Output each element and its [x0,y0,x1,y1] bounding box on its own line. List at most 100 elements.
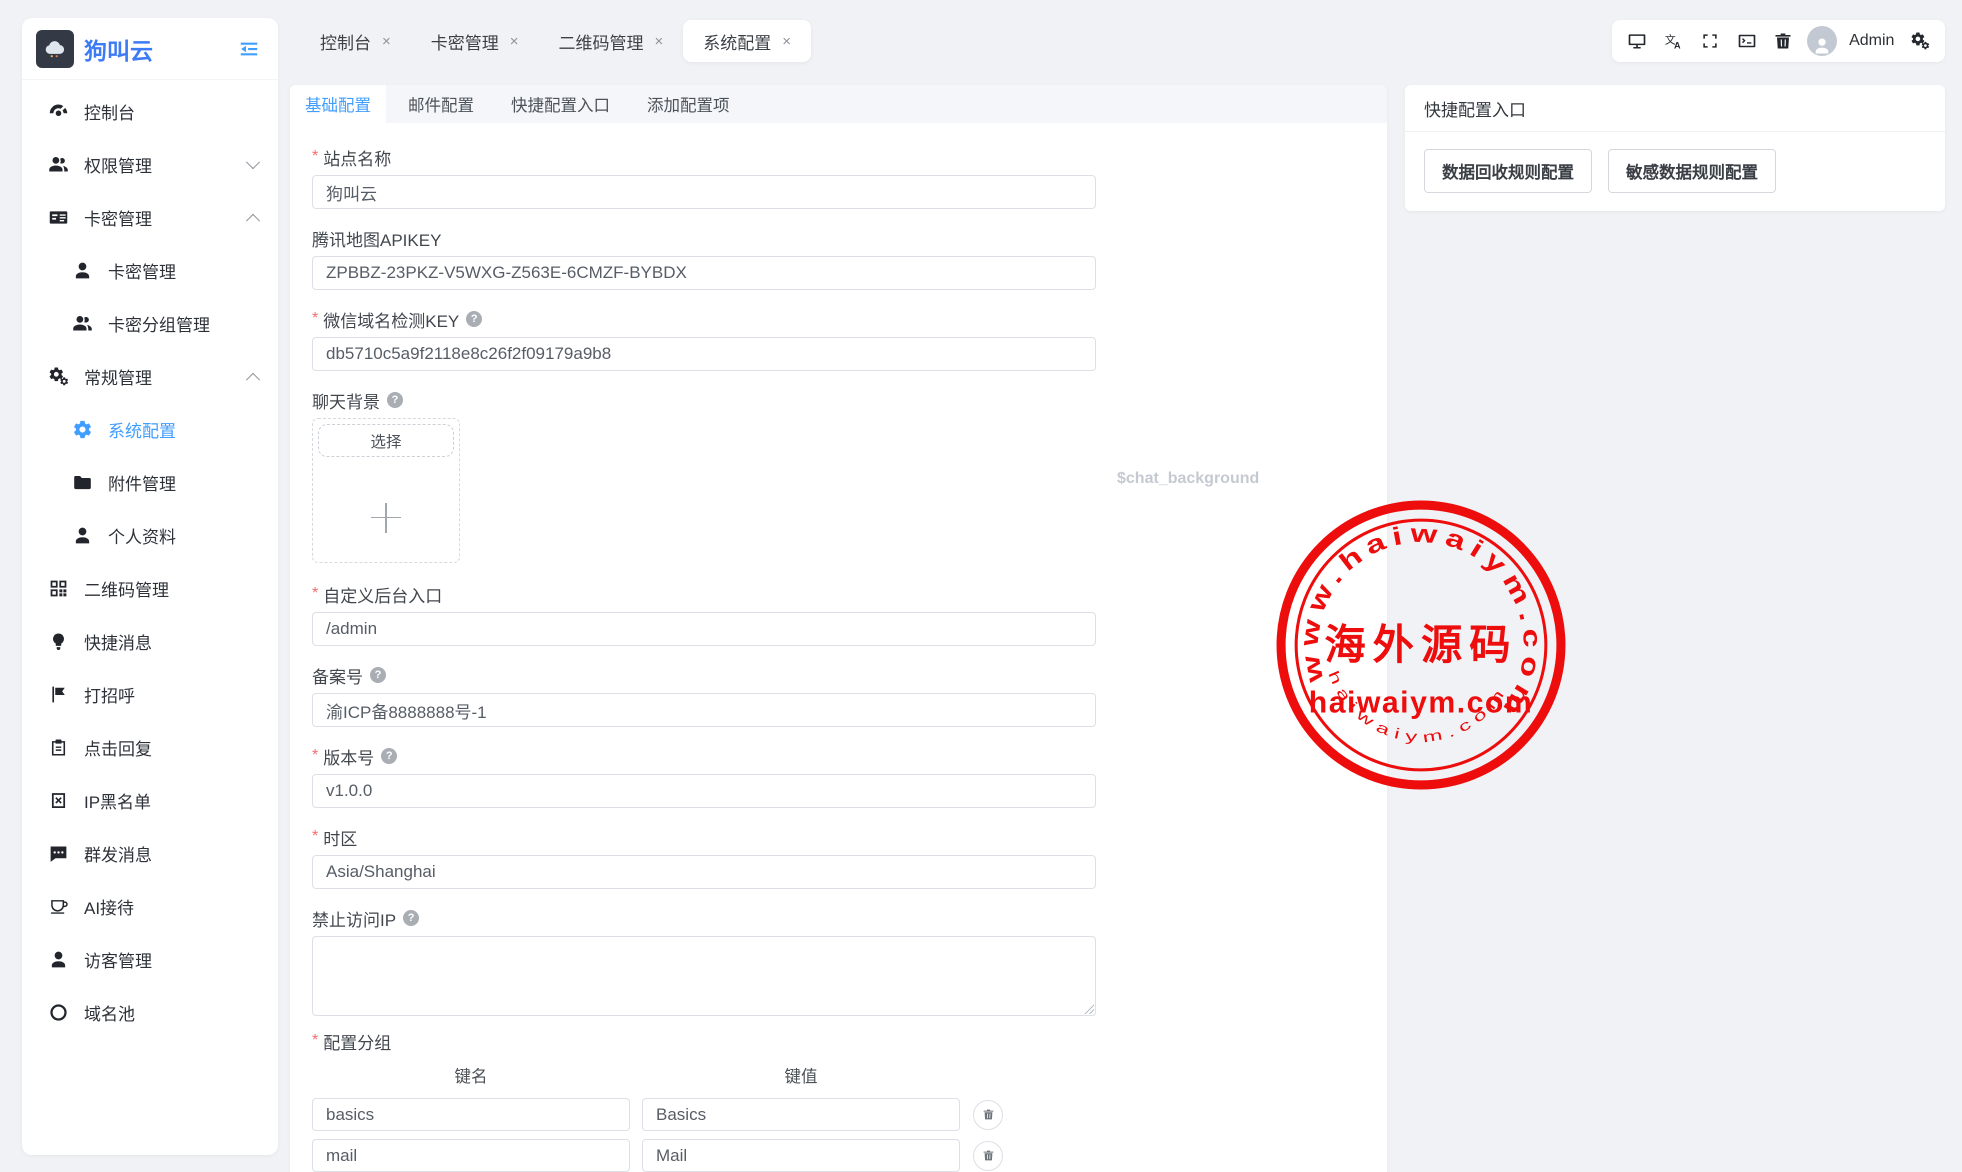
tab-label: 控制台 [320,29,371,54]
sidebar-item-card-sub[interactable]: 卡密管理 [22,244,278,297]
sensitive-data-rules-button[interactable]: 敏感数据规则配置 [1608,149,1776,193]
sidebar-item-ai-reception[interactable]: AI接待 [22,880,278,933]
chevron-down-icon [246,155,260,169]
trash-icon [982,1108,995,1121]
tab-card-mgmt[interactable]: 卡密管理× [411,20,539,62]
sidebar-item-domain-pool[interactable]: 域名池 [22,986,278,1039]
tab-basic-config[interactable]: 基础配置 [290,85,386,123]
tab-mail-config[interactable]: 邮件配置 [393,85,489,123]
sidebar-item-click-reply[interactable]: 点击回复 [22,721,278,774]
delete-row-button[interactable] [973,1100,1003,1130]
sidebar-item-qrcode[interactable]: 二维码管理 [22,562,278,615]
delete-row-button[interactable] [973,1141,1003,1171]
sidebar-item-broadcast[interactable]: 群发消息 [22,827,278,880]
terminal-icon[interactable] [1734,28,1760,54]
sidebar-item-dashboard[interactable]: 控制台 [22,85,278,138]
avatar[interactable] [1807,26,1837,56]
help-icon[interactable]: ? [370,667,386,683]
close-icon[interactable]: × [510,33,519,50]
group-value-input[interactable] [642,1098,960,1131]
person-icon [72,260,93,281]
help-icon[interactable]: ? [387,392,403,408]
tab-dashboard[interactable]: 控制台 × [300,20,411,62]
users-icon [72,313,93,334]
bulb-icon [48,631,69,652]
sidebar-item-attachments[interactable]: 附件管理 [22,456,278,509]
sidebar-item-label: 卡密管理 [84,205,152,230]
sidebar-item-ip-blacklist[interactable]: IP黑名单 [22,774,278,827]
help-icon[interactable]: ? [381,748,397,764]
translate-icon[interactable]: 文A [1661,28,1687,54]
tab-system-config[interactable]: 系统配置 × [683,20,811,62]
field-label: 禁止访问IP? [312,908,1365,928]
tab-quick-config-entry[interactable]: 快捷配置入口 [496,85,625,123]
tab-add-config-item[interactable]: 添加配置项 [632,85,745,123]
sidebar-item-label: 系统配置 [108,417,176,442]
admin-entry-input[interactable] [312,612,1096,646]
trash-icon[interactable] [1770,28,1796,54]
field-label: 腾讯地图APIKEY [312,228,1365,248]
blocked-ip-field [312,936,1096,1016]
help-icon[interactable]: ? [403,910,419,926]
sidebar-item-label: 访客管理 [84,947,152,972]
sidebar-item-visitors[interactable]: 访客管理 [22,933,278,986]
sidebar-item-label: 个人资料 [108,523,176,548]
tencent-map-apikey-input[interactable] [312,256,1096,290]
sidebar-item-quick-messages[interactable]: 快捷消息 [22,615,278,668]
sidebar-item-system-config[interactable]: 系统配置 [22,403,278,456]
config-group-row [312,1139,1365,1172]
wechat-domain-key-input[interactable] [312,337,1096,371]
cup-icon [48,896,69,917]
sidebar-item-card-groups[interactable]: 卡密分组管理 [22,297,278,350]
svg-text:A: A [1674,41,1681,51]
close-icon[interactable]: × [382,33,391,50]
settings-gears-icon[interactable] [1907,28,1933,54]
help-icon[interactable]: ? [466,311,482,327]
tab-label: 系统配置 [703,29,771,54]
group-value-input[interactable] [642,1139,960,1172]
sidebar-item-general-mgmt[interactable]: 常规管理 [22,350,278,403]
data-recycle-rules-button[interactable]: 数据回收规则配置 [1424,149,1592,193]
upload-select-button[interactable]: 选择 [318,424,454,457]
collapse-icon [238,38,260,60]
quick-config-panel: 快捷配置入口 数据回收规则配置 敏感数据规则配置 [1405,85,1945,211]
sidebar-item-label: 点击回复 [84,735,152,760]
sidebar-item-card-mgmt[interactable]: 卡密管理 [22,191,278,244]
key-column-header: 键名 [312,1063,630,1087]
tab-qrcode-mgmt[interactable]: 二维码管理 × [539,20,684,62]
chevron-up-icon [246,372,260,386]
person-icon [72,525,93,546]
group-key-input[interactable] [312,1139,630,1172]
site-name-input[interactable] [312,175,1096,209]
required-mark: * [312,828,318,846]
group-key-input[interactable] [312,1098,630,1131]
sidebar-item-label: 常规管理 [84,364,152,389]
resize-handle[interactable] [1083,1003,1094,1014]
quick-panel-title: 快捷配置入口 [1405,85,1945,132]
icp-number-input[interactable] [312,693,1096,727]
required-mark: * [312,310,318,328]
tab-label: 二维码管理 [559,29,644,54]
sidebar-item-label: 域名池 [84,1000,135,1025]
close-icon[interactable]: × [782,33,791,50]
gear-icon [72,419,93,440]
open-tabs-bar: 控制台 × 卡密管理× 二维码管理 × 系统配置 × [300,20,811,62]
field-label: 聊天背景? [312,390,1365,410]
chat-background-uploader[interactable]: 选择 [312,418,460,563]
chat-bubble-icon [48,843,69,864]
sidebar-item-label: 打招呼 [84,682,135,707]
sidebar-item-permissions[interactable]: 权限管理 [22,138,278,191]
blocked-ip-textarea[interactable] [312,936,1096,1016]
sidebar-item-profile[interactable]: 个人资料 [22,509,278,562]
field-label: *配置分组 [312,1031,1365,1051]
fullscreen-icon[interactable] [1697,28,1723,54]
close-icon[interactable]: × [655,33,664,50]
monitor-icon[interactable] [1624,28,1650,54]
timezone-input[interactable] [312,855,1096,889]
sidebar-item-label: 附件管理 [108,470,176,495]
user-name[interactable]: Admin [1849,32,1894,50]
version-input[interactable] [312,774,1096,808]
sidebar-collapse-button[interactable] [236,36,262,62]
sidebar-item-greeting[interactable]: 打招呼 [22,668,278,721]
config-group-headers: 键名 键值 [312,1063,1365,1087]
